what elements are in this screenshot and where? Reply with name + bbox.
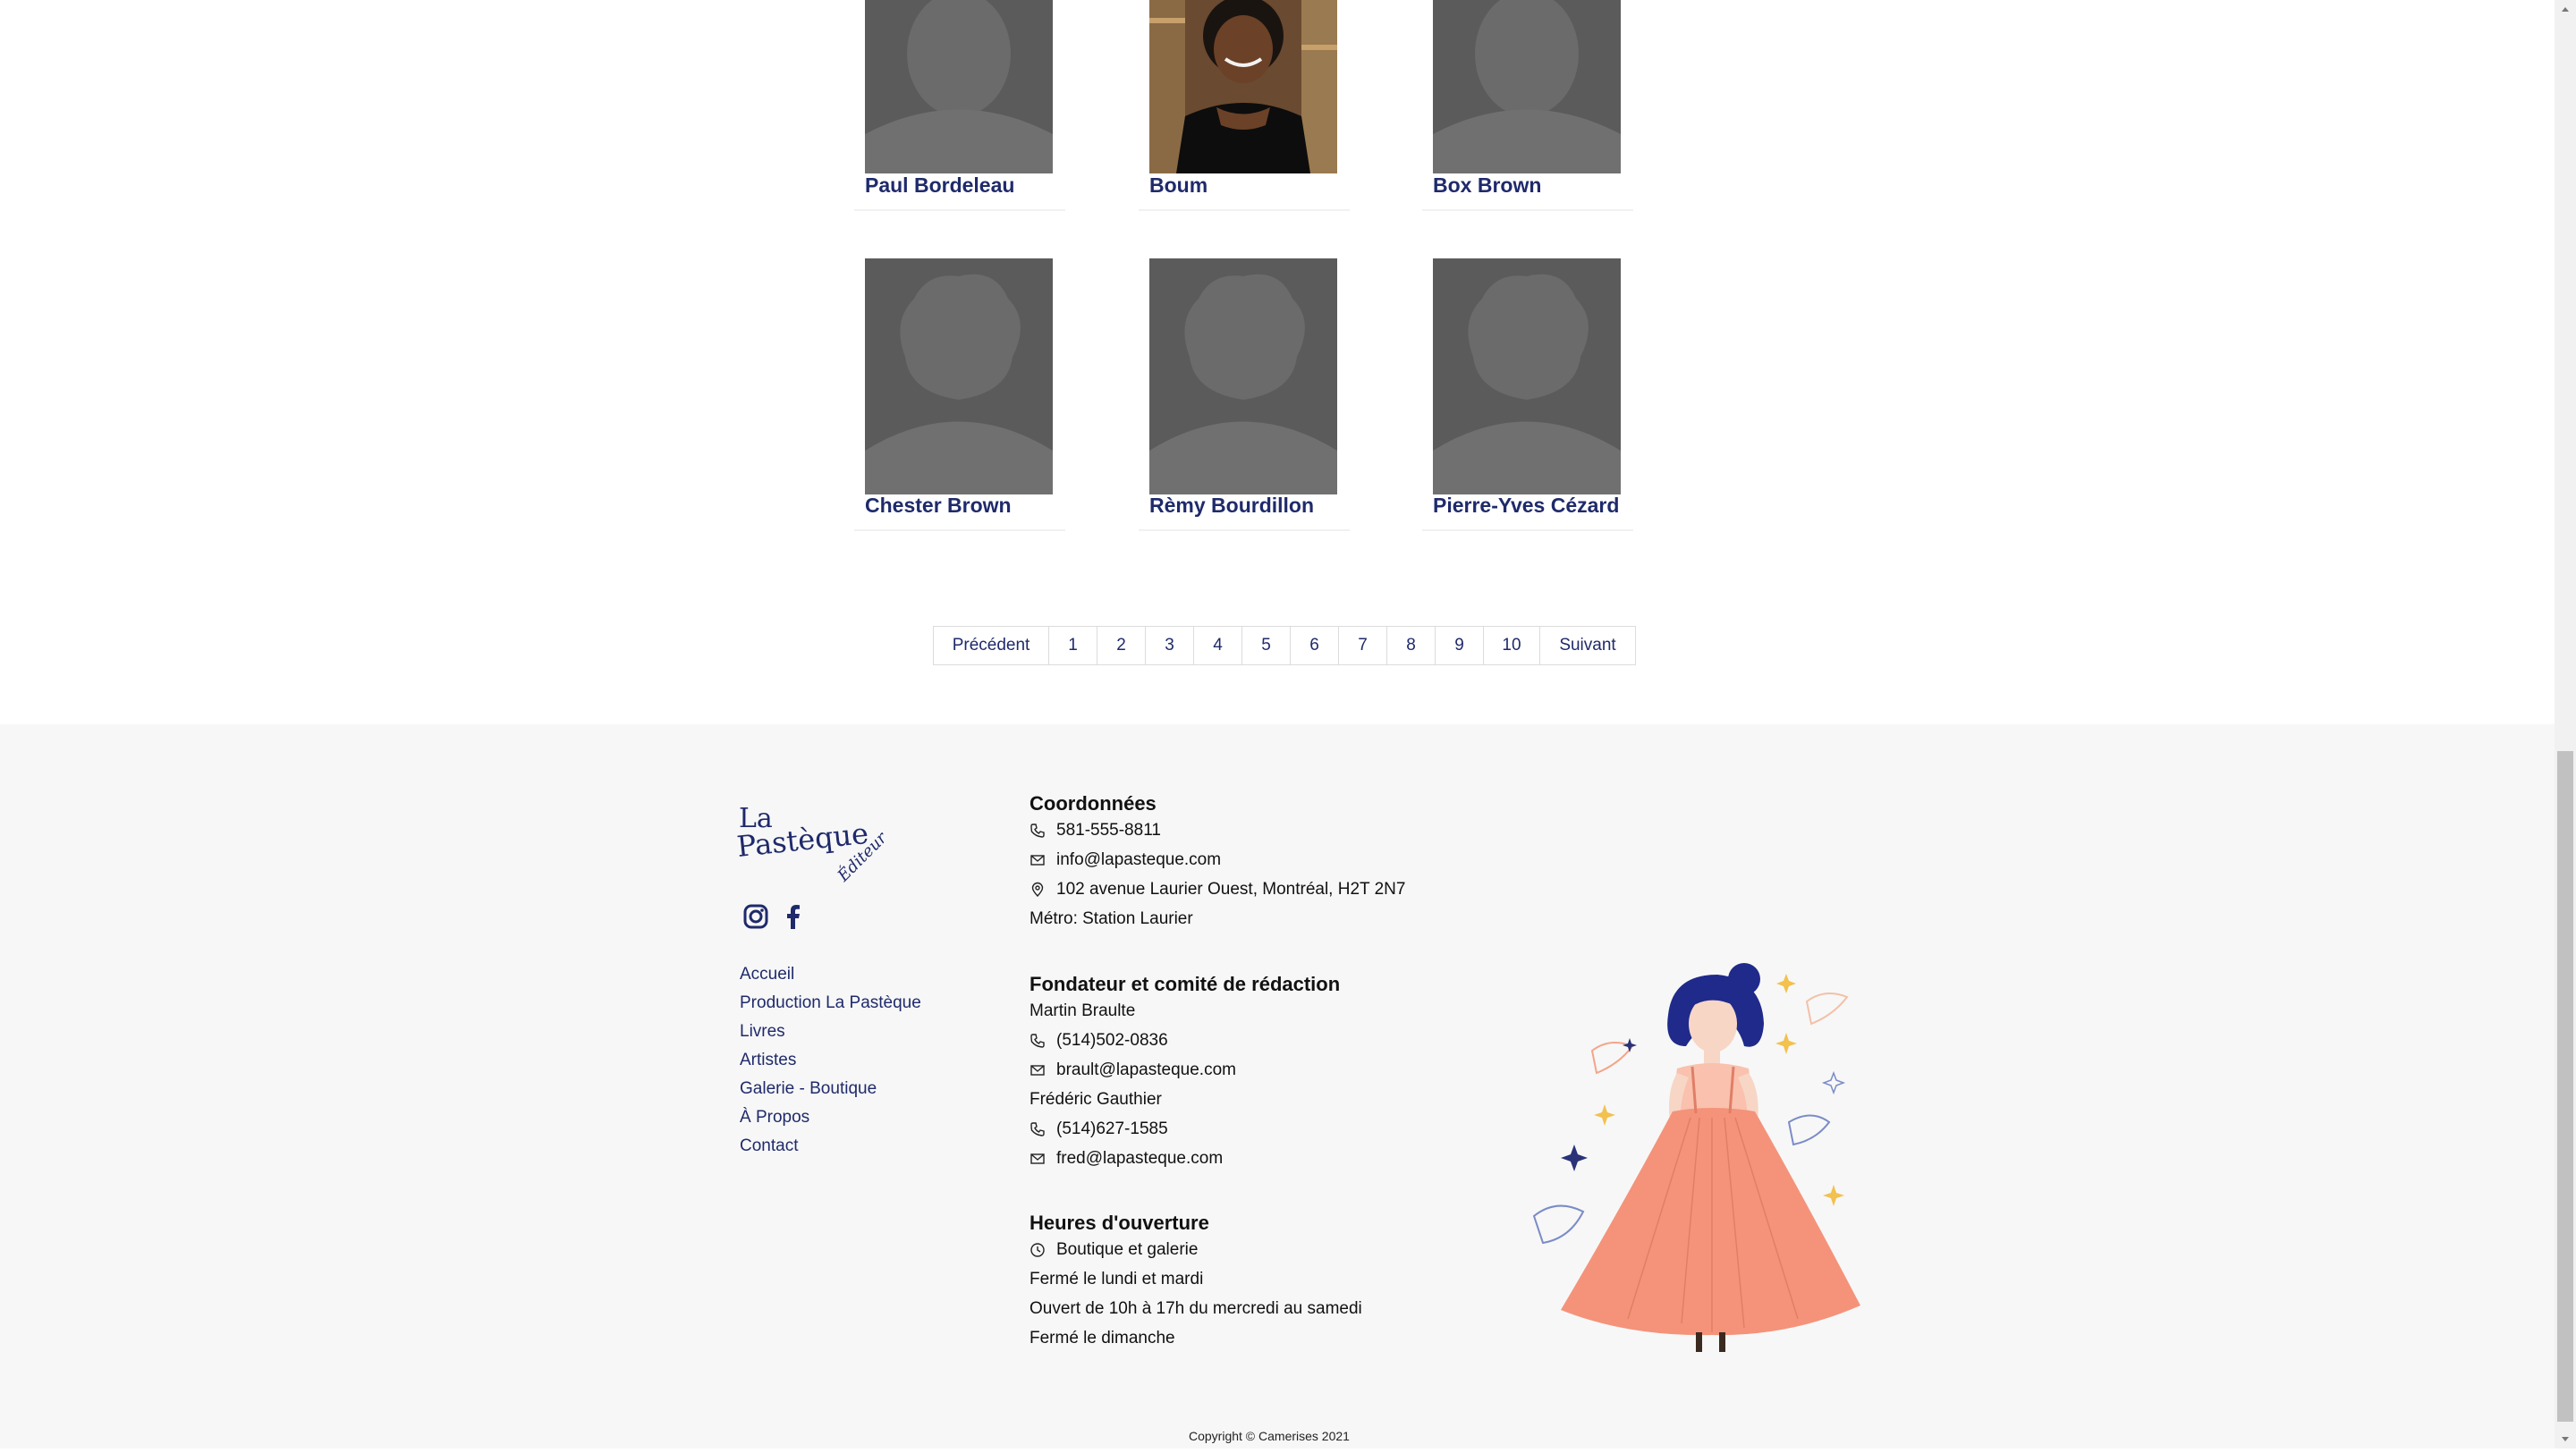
hours-heading: Heures d'ouverture <box>1030 1212 1209 1234</box>
contact-email[interactable]: info@lapasteque.com <box>1030 845 1405 874</box>
committee-email[interactable]: brault@lapasteque.com <box>1030 1055 1340 1085</box>
facebook-icon[interactable] <box>780 903 807 930</box>
artist-card[interactable]: Rèmy Bourdillon <box>1139 258 1350 531</box>
artist-name[interactable]: Box Brown <box>1433 173 1541 198</box>
pagination-page-3[interactable]: 3 <box>1145 626 1194 665</box>
pagination-page-2[interactable]: 2 <box>1097 626 1146 665</box>
hours-label-text: Boutique et galerie <box>1056 1240 1199 1259</box>
pagination: Précédent 1 2 3 4 5 6 7 8 9 10 Suivant <box>933 626 1636 665</box>
pagination-page-1[interactable]: 1 <box>1048 626 1097 665</box>
committee-email-text: fred@lapasteque.com <box>1056 1149 1224 1168</box>
contact-phone-text: 581-555-8811 <box>1056 821 1161 840</box>
footer-nav-link[interactable]: Production La Pastèque <box>740 989 921 1018</box>
artist-card[interactable]: Boum <box>1139 0 1350 211</box>
artist-avatar[interactable] <box>865 0 1053 173</box>
contact-address: 102 avenue Laurier Ouest, Montréal, H2T … <box>1030 874 1405 904</box>
pagination-page-7[interactable]: 7 <box>1338 626 1387 665</box>
hours-line: Fermé le lundi et mardi <box>1030 1270 1204 1288</box>
artist-avatar[interactable] <box>865 258 1053 494</box>
phone-icon <box>1030 823 1046 839</box>
pagination-next-button[interactable]: Suivant <box>1539 626 1636 665</box>
artist-name[interactable]: Paul Bordeleau <box>865 173 1014 198</box>
artist-card[interactable]: Box Brown <box>1422 0 1633 211</box>
mail-icon <box>1030 852 1046 868</box>
copyright-text: Copyright © Camerises 2021 <box>1189 1429 1350 1443</box>
mail-icon <box>1030 1151 1046 1167</box>
contact-address-text: 102 avenue Laurier Ouest, Montréal, H2T … <box>1056 880 1406 899</box>
footer-nav-link[interactable]: Accueil <box>740 960 921 989</box>
pagination-page-10[interactable]: 10 <box>1483 626 1540 665</box>
scroll-down-arrow-icon[interactable] <box>2555 1429 2576 1449</box>
contact-heading: Coordonnées <box>1030 792 1157 815</box>
artist-photo[interactable] <box>1149 0 1337 173</box>
artist-name[interactable]: Boum <box>1149 173 1208 198</box>
artist-avatar[interactable] <box>1433 258 1621 494</box>
page: Paul Bordeleau Boum Box Brown Chester Br… <box>0 0 2555 1449</box>
artist-avatar[interactable] <box>1433 0 1621 173</box>
footer-nav: Accueil Production La Pastèque Livres Ar… <box>740 960 921 1161</box>
card-divider <box>854 209 1065 211</box>
footer-nav-link[interactable]: À Propos <box>740 1103 921 1132</box>
artist-name[interactable]: Chester Brown <box>865 494 1012 518</box>
footer-nav-link[interactable]: Contact <box>740 1132 921 1161</box>
card-divider <box>1422 209 1633 211</box>
hours-section: Heures d'ouverture Boutique et galerie F… <box>1030 1212 1362 1353</box>
scrollbar-thumb[interactable] <box>2557 751 2573 1422</box>
site-logo[interactable]: La Pastèque Éditeur <box>735 803 891 892</box>
committee-phone[interactable]: (514)502-0836 <box>1030 1026 1340 1055</box>
footer-nav-link[interactable]: Artistes <box>740 1046 921 1075</box>
instagram-icon[interactable] <box>742 903 769 930</box>
scroll-up-arrow-icon[interactable] <box>2555 0 2576 20</box>
artist-avatar[interactable] <box>1149 258 1337 494</box>
card-divider <box>1139 529 1350 531</box>
pagination-page-6[interactable]: 6 <box>1290 626 1339 665</box>
artist-name[interactable]: Pierre-Yves Cézard <box>1433 494 1619 518</box>
location-pin-icon <box>1030 882 1046 898</box>
card-divider <box>1139 209 1350 211</box>
pagination-page-5[interactable]: 5 <box>1241 626 1291 665</box>
page-scrollbar[interactable] <box>2555 0 2576 1449</box>
phone-icon <box>1030 1033 1046 1049</box>
contact-section: Coordonnées 581-555-8811 info@lapasteque… <box>1030 792 1405 933</box>
artist-card[interactable]: Pierre-Yves Cézard <box>1422 258 1633 531</box>
contact-phone[interactable]: 581-555-8811 <box>1030 815 1405 845</box>
committee-phone[interactable]: (514)627-1585 <box>1030 1114 1340 1144</box>
committee-phone-text: (514)627-1585 <box>1056 1119 1168 1138</box>
contact-email-text: info@lapasteque.com <box>1056 850 1222 869</box>
committee-phone-text: (514)502-0836 <box>1056 1031 1168 1050</box>
hours-line: Ouvert de 10h à 17h du mercredi au samed… <box>1030 1299 1362 1318</box>
pagination-page-8[interactable]: 8 <box>1386 626 1436 665</box>
pagination-page-9[interactable]: 9 <box>1435 626 1484 665</box>
phone-icon <box>1030 1121 1046 1137</box>
committee-section: Fondateur et comité de rédaction Martin … <box>1030 973 1340 1173</box>
committee-email[interactable]: fred@lapasteque.com <box>1030 1144 1340 1173</box>
contact-metro: Métro: Station Laurier <box>1030 909 1193 928</box>
artist-card[interactable]: Paul Bordeleau <box>854 0 1065 211</box>
card-divider <box>854 529 1065 531</box>
mail-icon <box>1030 1062 1046 1078</box>
clock-icon <box>1030 1242 1046 1258</box>
card-divider <box>1422 529 1633 531</box>
footer-nav-link[interactable]: Livres <box>740 1018 921 1046</box>
artist-name[interactable]: Rèmy Bourdillon <box>1149 494 1314 518</box>
girl-illustration <box>1521 961 1896 1355</box>
pagination-page-4[interactable]: 4 <box>1193 626 1242 665</box>
pagination-prev-button[interactable]: Précédent <box>933 626 1049 665</box>
committee-email-text: brault@lapasteque.com <box>1056 1060 1236 1079</box>
footer-nav-link[interactable]: Galerie - Boutique <box>740 1075 921 1103</box>
hours-label: Boutique et galerie <box>1030 1235 1362 1264</box>
committee-person-name: Martin Braulte <box>1030 1001 1136 1020</box>
hours-line: Fermé le dimanche <box>1030 1329 1175 1347</box>
committee-person-name: Frédéric Gauthier <box>1030 1090 1162 1109</box>
artist-card[interactable]: Chester Brown <box>854 258 1065 531</box>
committee-heading: Fondateur et comité de rédaction <box>1030 973 1341 995</box>
